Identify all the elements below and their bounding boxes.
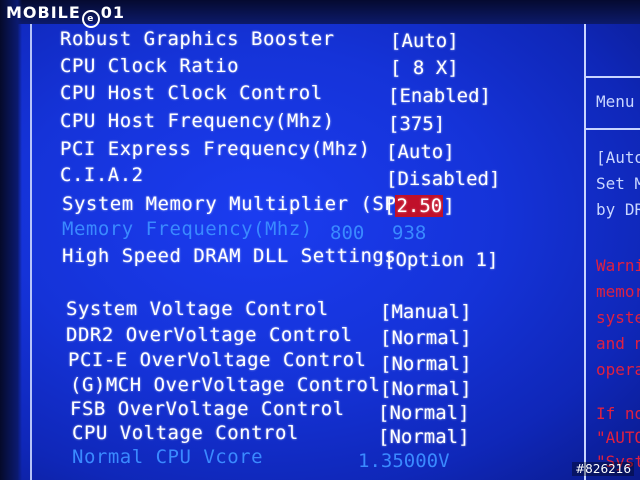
help-separator-title: [586, 128, 640, 130]
value-open-bracket: [: [384, 195, 396, 217]
setting-label-cpu-host-frequency[interactable]: CPU Host Frequency(Mhz): [60, 110, 335, 132]
setting-value-cpu-voltage[interactable]: [Normal]: [378, 426, 470, 448]
help-line: Set M: [596, 174, 640, 193]
setting-value-pci-express-frequency[interactable]: [Auto]: [386, 141, 455, 163]
help-footer-line: "AUTO",: [596, 428, 640, 447]
setting-value-gmch-overvoltage[interactable]: [Normal]: [380, 378, 472, 400]
setting-label-fsb-overvoltage[interactable]: FSB OverVoltage Control: [70, 398, 345, 420]
setting-value-cpu-host-clock[interactable]: [Enabled]: [388, 85, 491, 107]
help-warning-line: memory: [596, 282, 640, 301]
help-warning-line: and no: [596, 334, 640, 353]
setting-label-pcie-overvoltage[interactable]: PCI-E OverVoltage Control: [68, 349, 366, 371]
setting-label-memory-frequency: Memory Frequency(Mhz): [62, 218, 313, 240]
memory-frequency-effective: 938: [392, 222, 427, 244]
setting-value-memory-multiplier[interactable]: [2.50]: [384, 195, 455, 217]
bios-screen: MOBILE e 01 Robust Graphics Booster [Auto]…: [0, 0, 640, 480]
logo-circle-icon: e: [81, 10, 100, 28]
setting-value-robust-graphics[interactable]: [Auto]: [390, 30, 459, 52]
memory-frequency-base: 800: [330, 222, 365, 244]
setting-label-cia2[interactable]: C.I.A.2: [60, 164, 144, 186]
setting-value-cpu-host-frequency[interactable]: [375]: [388, 113, 445, 135]
setting-value-normal-cpu-vcore: 1.35000V: [358, 450, 450, 472]
setting-label-pci-express-frequency[interactable]: PCI Express Frequency(Mhz): [60, 138, 370, 160]
logo-text-b: 01: [100, 3, 126, 22]
setting-label-system-voltage[interactable]: System Voltage Control: [66, 298, 329, 320]
monitor-bezel-left: [0, 0, 22, 480]
site-logo: MOBILE e 01: [6, 3, 125, 28]
setting-value-cia2[interactable]: [Disabled]: [386, 168, 500, 190]
help-line: by DR: [596, 200, 640, 219]
selected-value-highlight[interactable]: 2.50: [395, 195, 444, 217]
setting-label-cpu-clock-ratio[interactable]: CPU Clock Ratio: [60, 55, 239, 77]
setting-value-dram-dll[interactable]: [Option 1]: [384, 249, 498, 271]
setting-value-ddr2-overvoltage[interactable]: [Normal]: [380, 327, 472, 349]
help-title: Menu: [596, 92, 635, 111]
item-help-panel: Menu [Auto Set M by DR Warni memory syst…: [584, 24, 640, 480]
setting-label-gmch-overvoltage[interactable]: (G)MCH OverVoltage Control: [70, 374, 380, 396]
logo-text-a: MOBILE: [6, 3, 81, 22]
setting-value-cpu-clock-ratio[interactable]: [ 8 X]: [390, 57, 459, 79]
setting-label-dram-dll[interactable]: High Speed DRAM DLL Settings: [62, 245, 396, 267]
value-close-bracket: ]: [443, 195, 455, 217]
setting-label-ddr2-overvoltage[interactable]: DDR2 OverVoltage Control: [66, 324, 353, 346]
help-separator-top: [586, 76, 640, 78]
setting-label-normal-cpu-vcore: Normal CPU Vcore: [72, 446, 264, 468]
help-warning-line: system: [596, 308, 640, 327]
bios-frame-left: [30, 24, 32, 480]
setting-label-cpu-voltage[interactable]: CPU Voltage Control: [72, 422, 299, 444]
help-footer-line: If not: [596, 404, 640, 423]
setting-value-fsb-overvoltage[interactable]: [Normal]: [378, 402, 470, 424]
setting-label-robust-graphics[interactable]: Robust Graphics Booster: [60, 28, 335, 50]
setting-value-system-voltage[interactable]: [Manual]: [380, 301, 472, 323]
help-warning-line: operat: [596, 360, 640, 379]
setting-value-pcie-overvoltage[interactable]: [Normal]: [380, 353, 472, 375]
help-line: [Auto: [596, 148, 640, 167]
help-warning-line: Warni: [596, 256, 640, 275]
setting-label-cpu-host-clock[interactable]: CPU Host Clock Control: [60, 82, 323, 104]
image-watermark: #826216: [572, 462, 634, 476]
setting-label-memory-multiplier[interactable]: System Memory Multiplier (SPD): [62, 193, 420, 215]
